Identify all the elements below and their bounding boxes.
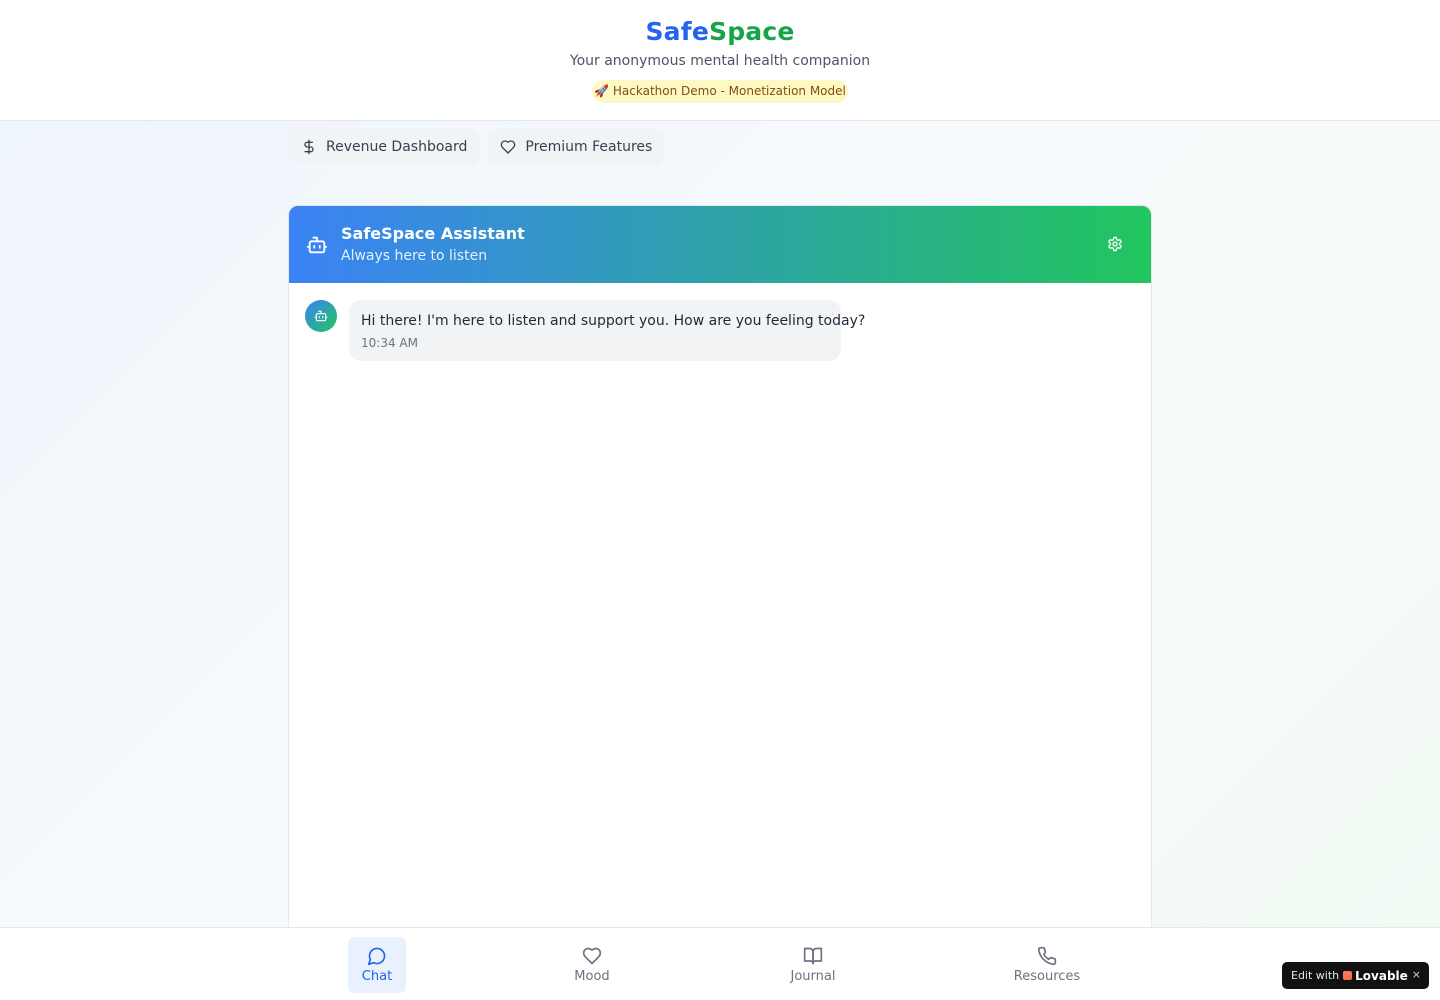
close-icon[interactable]: × [1412, 968, 1421, 981]
app-header: SafeSpace Your anonymous mental health c… [0, 0, 1440, 121]
nav-chat-label: Chat [361, 969, 393, 984]
bottom-nav: Chat Mood Journal Resources [0, 927, 1440, 1000]
bot-icon [306, 234, 328, 256]
brand-part-safe: Safe [645, 17, 709, 46]
app-title: SafeSpace [0, 17, 1440, 46]
dollar-icon [301, 139, 317, 155]
nav-resources-label: Resources [1013, 969, 1081, 984]
assistant-avatar [305, 300, 337, 332]
phone-icon [1037, 946, 1057, 966]
chat-panel: SafeSpace Assistant Always here to liste… [288, 205, 1152, 965]
premium-features-label: Premium Features [525, 139, 653, 155]
message-text: Hi there! I'm here to listen and support… [361, 313, 866, 329]
app-tagline: Your anonymous mental health companion [569, 53, 871, 69]
nav-mood-label: Mood [574, 969, 610, 984]
nav-journal[interactable]: Journal [778, 937, 848, 993]
nav-mood[interactable]: Mood [562, 937, 622, 993]
message-circle-icon [367, 947, 386, 966]
lovable-logo-icon [1343, 971, 1353, 980]
revenue-dashboard-label: Revenue Dashboard [326, 139, 468, 155]
brand-part-space: Space [708, 17, 795, 46]
assistant-status: Always here to listen [341, 248, 488, 264]
nav-chat[interactable]: Chat [348, 937, 406, 993]
settings-icon[interactable] [1107, 236, 1123, 252]
revenue-dashboard-button[interactable]: Revenue Dashboard [289, 129, 480, 165]
heart-icon [500, 139, 516, 155]
lovable-brand: Lovable [1343, 969, 1408, 983]
bot-icon [314, 310, 328, 322]
message-bubble: Hi there! I'm here to listen and support… [349, 300, 866, 361]
top-actions: Revenue Dashboard Premium Features [289, 129, 665, 165]
premium-features-button[interactable]: Premium Features [488, 129, 665, 165]
edit-with-lovable-badge[interactable]: Edit with Lovable × [1282, 962, 1429, 989]
lovable-brand-label: Lovable [1355, 968, 1408, 983]
message-timestamp: 10:34 AM [361, 336, 418, 350]
book-open-icon [803, 947, 823, 965]
nav-journal-label: Journal [790, 969, 836, 984]
demo-badge: 🚀 Hackathon Demo - Monetization Model [592, 80, 848, 103]
assistant-name: SafeSpace Assistant [341, 224, 525, 243]
lovable-prefix: Edit with [1291, 969, 1340, 982]
message-row: Hi there! I'm here to listen and support… [305, 300, 866, 361]
heart-icon [582, 947, 602, 965]
chat-header: SafeSpace Assistant Always here to liste… [289, 206, 1151, 283]
nav-resources[interactable]: Resources [1006, 937, 1088, 993]
